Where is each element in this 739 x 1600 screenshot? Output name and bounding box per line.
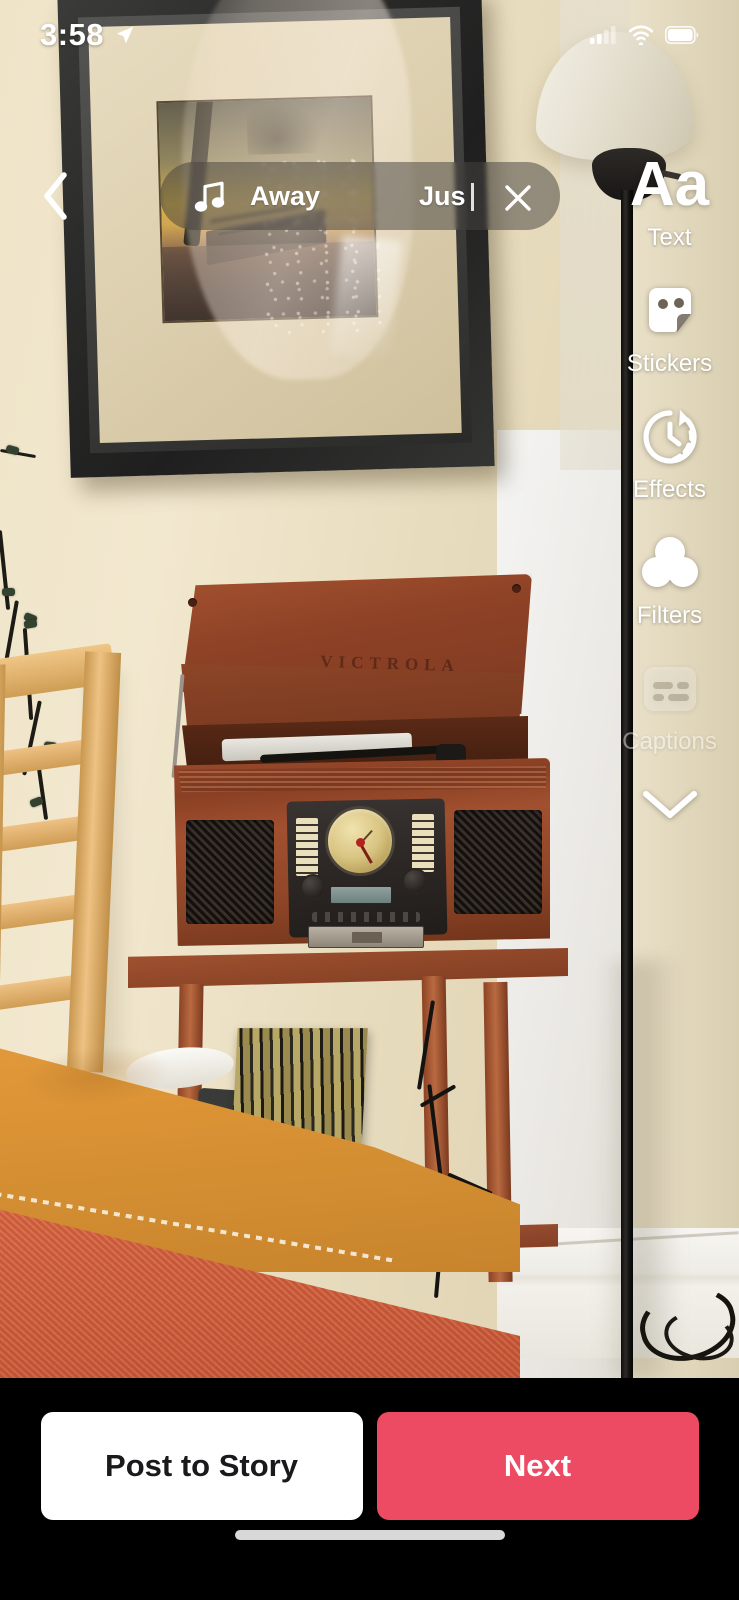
tool-label-text: Text (647, 224, 692, 251)
bottom-action-bar: Post to Story Next (0, 1378, 739, 1600)
chevron-left-icon (44, 172, 67, 220)
story-photo-canvas[interactable]: VICTROLA 3:58 Away Jus Aa Text Stickers … (0, 0, 739, 1378)
victrola-speaker-left (186, 820, 274, 924)
effects-clock-icon (639, 402, 701, 472)
victrola-clock-center-pin (356, 838, 365, 847)
music-pill-close-button[interactable] (496, 176, 540, 220)
victrola-record-player: VICTROLA (130, 568, 570, 988)
music-text-caret (471, 183, 474, 211)
sticker-icon (639, 276, 701, 346)
victrola-cd-label (352, 932, 382, 943)
post-to-story-button[interactable]: Post to Story (40, 1412, 363, 1520)
victrola-screw (188, 598, 197, 607)
close-x-icon (505, 185, 531, 211)
tool-effects[interactable]: Effects (600, 402, 739, 504)
victrola-speaker-right (454, 810, 542, 914)
back-button[interactable] (30, 168, 82, 224)
tool-text[interactable]: Aa Text (600, 150, 739, 252)
victrola-tuning-keys-left (296, 818, 318, 876)
chevron-down-icon (642, 791, 697, 818)
victrola-tuning-keys-right (412, 814, 434, 872)
chair-post-left (0, 663, 6, 1073)
tool-label-stickers: Stickers (626, 350, 713, 377)
tool-captions[interactable]: Captions (600, 654, 739, 756)
victrola-button-row (312, 912, 420, 922)
victrola-body-ridges (178, 766, 546, 792)
editor-tool-rail: Aa Text Stickers Effects Filters Caption… (600, 150, 739, 827)
framed-artwork (57, 0, 495, 478)
victrola-knob-left (300, 874, 326, 900)
captions-icon (640, 654, 700, 724)
text-aa-icon: Aa (629, 150, 710, 219)
more-tools-button[interactable] (639, 786, 701, 827)
next-button[interactable]: Next (376, 1412, 699, 1520)
music-track-title: Away (250, 180, 321, 211)
home-indicator[interactable] (234, 1530, 505, 1540)
tool-label-captions: Captions (622, 728, 717, 755)
music-note-icon (194, 178, 226, 214)
music-sticker-pill[interactable]: Away Jus (160, 162, 560, 230)
action-button-row: Post to Story Next (0, 1392, 739, 1540)
music-track-subtitle: Jus (419, 180, 466, 211)
victrola-screw (512, 584, 521, 593)
filters-circles-icon (639, 528, 701, 598)
tool-filters[interactable]: Filters (600, 528, 739, 630)
victrola-knob-right (402, 868, 428, 894)
tool-label-filters: Filters (636, 602, 703, 629)
victrola-display (330, 886, 392, 904)
tool-label-effects: Effects (633, 476, 706, 503)
tool-stickers[interactable]: Stickers (600, 276, 739, 378)
